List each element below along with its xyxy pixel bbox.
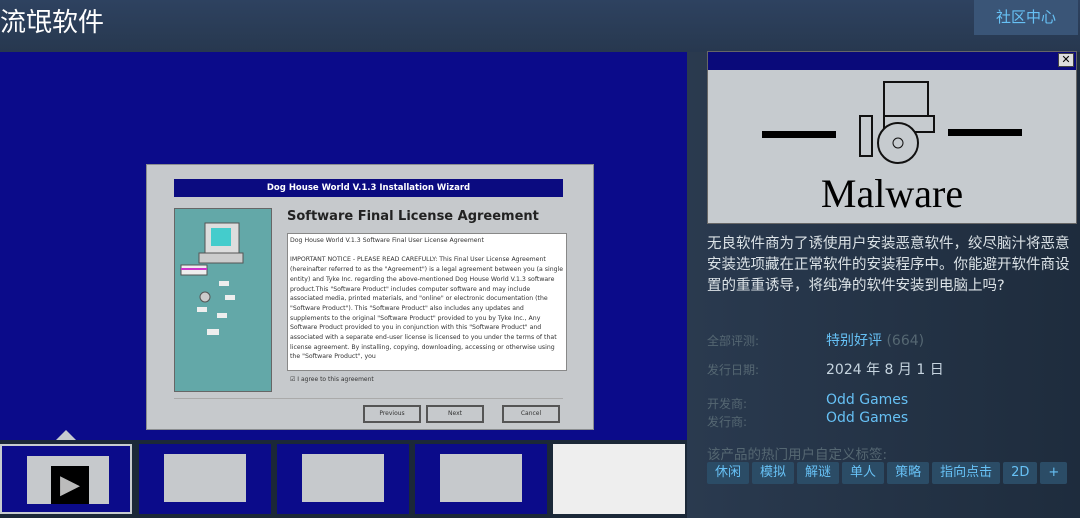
page-title: 流氓软件: [0, 8, 105, 38]
thumbnail[interactable]: [415, 444, 547, 514]
selected-indicator: [56, 430, 76, 440]
tag[interactable]: 2D: [1003, 462, 1038, 484]
game-capsule-image: ✕ Malware: [707, 51, 1077, 224]
tag[interactable]: 模拟: [752, 462, 795, 484]
tag[interactable]: 单人: [842, 462, 885, 484]
malware-logo-text: Malware: [820, 171, 964, 216]
media-viewer[interactable]: Dog House World V.1.3 Installation Wizar…: [0, 52, 687, 440]
release-date-value: 2024 年 8 月 1 日: [826, 362, 944, 378]
agree-checkbox[interactable]: ☑ I agree to this agreement: [290, 376, 374, 383]
malware-logo-icon: [762, 81, 1022, 164]
license-body: IMPORTANT NOTICE - PLEASE READ CAREFULLY…: [290, 256, 564, 361]
release-date-label: 发行日期:: [707, 363, 760, 377]
previous-button[interactable]: Previous: [363, 405, 421, 423]
thumbnail[interactable]: [277, 444, 409, 514]
developer-link[interactable]: Odd Games: [826, 392, 908, 408]
tags-heading: 该产品的热门用户自定义标签:: [707, 447, 888, 463]
reviews-label: 全部评测:: [707, 334, 760, 348]
cancel-button[interactable]: Cancel: [502, 405, 560, 423]
publisher-label: 发行商:: [707, 415, 748, 429]
license-text[interactable]: Dog House World V.1.3 Software Final Use…: [287, 233, 567, 371]
tag[interactable]: 策略: [887, 462, 930, 484]
tag-list: 休闲 模拟 解谜 单人 策略 指向点击 2D +: [707, 462, 1068, 484]
play-icon: ▶: [51, 466, 89, 504]
reviews-count: (664): [886, 333, 925, 349]
tag[interactable]: 解谜: [797, 462, 840, 484]
thumbnail-video[interactable]: ▶: [0, 444, 132, 514]
installation-wizard-screenshot: Dog House World V.1.3 Installation Wizar…: [146, 164, 594, 430]
next-button[interactable]: Next: [426, 405, 484, 423]
developer-label: 开发商:: [707, 397, 748, 411]
tag[interactable]: 休闲: [707, 462, 750, 484]
wizard-title: Dog House World V.1.3 Installation Wizar…: [174, 179, 563, 197]
wizard-heading: Software Final License Agreement: [287, 209, 539, 224]
reviews-value[interactable]: 特别好评: [826, 333, 882, 349]
game-description: 无良软件商为了诱使用户安装恶意软件，绞尽脑汁将恶意安装选项藏在正常软件的安装程序…: [707, 236, 1070, 294]
thumbnail[interactable]: [553, 444, 685, 514]
close-icon: ✕: [1058, 53, 1074, 67]
tag[interactable]: 指向点击: [932, 462, 1001, 484]
reviews-summary[interactable]: 特别好评 (664): [826, 330, 924, 350]
thumbnail-strip: ▶: [0, 430, 687, 518]
thumbnail[interactable]: [139, 444, 271, 514]
computer-illustration-icon: [174, 208, 272, 392]
community-hub-button[interactable]: 社区中心: [974, 0, 1078, 35]
add-tag-button[interactable]: +: [1040, 462, 1068, 484]
agree-label: I agree to this agreement: [297, 376, 374, 383]
top-bar: 流氓软件 社区中心: [0, 0, 1080, 52]
publisher-link[interactable]: Odd Games: [826, 410, 908, 426]
divider: [174, 398, 563, 399]
license-title: Dog House World V.1.3 Software Final Use…: [290, 237, 484, 244]
